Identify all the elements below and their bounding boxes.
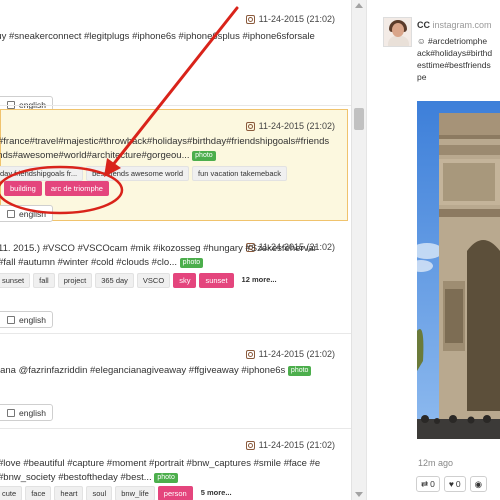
language-icon bbox=[7, 209, 15, 218]
more-tags-link[interactable]: 12 more... bbox=[237, 273, 282, 288]
instagram-icon bbox=[245, 440, 255, 450]
time-ago: 12m ago bbox=[418, 458, 454, 468]
tag[interactable]: project bbox=[57, 273, 93, 288]
post-photo[interactable] bbox=[417, 101, 500, 439]
detail-caption: ☺ #arcdetriomphe ack#holidays#birthd est… bbox=[417, 36, 493, 82]
divider bbox=[0, 428, 351, 429]
feed-scrollbar[interactable] bbox=[351, 0, 366, 500]
avatar[interactable] bbox=[383, 17, 412, 47]
instagram-icon bbox=[245, 349, 255, 359]
retweet-icon: ⇄ bbox=[421, 478, 429, 489]
eye-icon: ◉ bbox=[474, 478, 483, 489]
divider bbox=[0, 105, 351, 106]
tag[interactable]: cute bbox=[0, 486, 23, 500]
tag[interactable]: soul bbox=[86, 486, 113, 500]
view-button[interactable]: ◉ bbox=[469, 476, 488, 492]
tag-row: cute face heart soul bnw_life person 5 m… bbox=[0, 486, 237, 500]
post-caption-line1: 11. 2015.) #VSCO #VSCOcam #mik #ikozosse… bbox=[0, 243, 317, 254]
post-caption-line2: ends#awesome#world#architecture#gorgeou.… bbox=[0, 149, 216, 162]
scroll-up-arrow-icon[interactable] bbox=[355, 3, 363, 8]
like-button[interactable]: ♥ 0 bbox=[443, 476, 466, 492]
tag[interactable]: sunset bbox=[0, 273, 31, 288]
retweet-button[interactable]: ⇄ 0 bbox=[416, 476, 440, 492]
tag-building[interactable]: building bbox=[4, 181, 42, 196]
tag-sky[interactable]: sky bbox=[173, 273, 197, 288]
tag[interactable]: VSCO bbox=[136, 273, 171, 288]
more-tags-link[interactable]: 5 more... bbox=[196, 486, 237, 500]
language-button[interactable]: english bbox=[0, 404, 53, 421]
language-icon bbox=[7, 315, 15, 324]
tag[interactable]: day friendshipgoals fr... bbox=[0, 166, 84, 181]
post-date: 11-24-2015 (21:02) bbox=[245, 121, 335, 131]
photo-badge: photo bbox=[154, 473, 178, 483]
divider bbox=[0, 333, 351, 334]
post-date: 11-24-2015 (21:02) bbox=[245, 440, 335, 450]
username[interactable]: CC bbox=[417, 20, 430, 30]
photo-badge: photo bbox=[179, 258, 204, 268]
tag[interactable]: 365 day bbox=[95, 273, 134, 288]
tag[interactable]: bnw_life bbox=[115, 486, 155, 500]
post-detail-panel: CC instagram.com ☺ #arcdetriomphe ack#ho… bbox=[367, 0, 500, 500]
tag[interactable]: bestfriends awesome world bbox=[86, 166, 190, 181]
scrollbar-thumb[interactable] bbox=[354, 108, 364, 130]
post-caption-line1: #france#travel#majestic#throwback#holida… bbox=[0, 136, 330, 147]
user-line: CC instagram.com bbox=[417, 20, 492, 30]
language-icon bbox=[7, 408, 15, 417]
post-caption: iana @fazrinfazriddin #elegancianagiveaw… bbox=[0, 364, 312, 377]
tag-row: building arc de triomphe bbox=[4, 181, 109, 196]
post-date: 11-24-2015 (21:02) bbox=[245, 14, 335, 24]
post-caption-line1: #love #beautiful #capture #moment #portr… bbox=[0, 458, 321, 469]
post-date: 11-24-2015 (21:02) bbox=[245, 349, 335, 359]
tag-arc-de-triomphe[interactable]: arc de triomphe bbox=[44, 181, 109, 196]
tag-row: day friendshipgoals fr... bestfriends aw… bbox=[0, 166, 287, 181]
post-caption: Buy #sneakerconnect #legitplugs #iphone6… bbox=[0, 31, 315, 42]
instagram-icon bbox=[245, 121, 255, 131]
tag-sunset[interactable]: sunset bbox=[199, 273, 234, 288]
instagram-icon bbox=[245, 14, 255, 24]
language-button[interactable]: english bbox=[0, 311, 53, 328]
post-caption-line2: #bnw_society #bestoftheday #best... phot… bbox=[0, 471, 178, 484]
tag-row: sunset fall project 365 day VSCO sky sun… bbox=[0, 273, 282, 288]
heart-icon: ♥ bbox=[448, 479, 454, 489]
tag[interactable]: face bbox=[25, 486, 52, 500]
tag[interactable]: fall bbox=[33, 273, 55, 288]
post-feed: 11-24-2015 (21:02) Buy #sneakerconnect #… bbox=[0, 0, 351, 500]
language-button[interactable]: english bbox=[0, 205, 53, 222]
post-actions: ⇄ 0 ♥ 0 ◉ bbox=[416, 476, 488, 492]
tag[interactable]: heart bbox=[54, 486, 84, 500]
post-caption-line2: #fall #autumn #winter #cold #clouds #clo… bbox=[0, 256, 204, 269]
arc-de-triomphe-photo bbox=[417, 101, 500, 439]
tag-person[interactable]: person bbox=[157, 486, 193, 500]
tag[interactable]: fun vacation takemeback bbox=[192, 166, 287, 181]
scroll-down-arrow-icon[interactable] bbox=[355, 492, 363, 497]
photo-badge: photo bbox=[287, 366, 312, 376]
source-domain[interactable]: instagram.com bbox=[433, 20, 492, 30]
photo-badge: photo bbox=[192, 151, 216, 161]
